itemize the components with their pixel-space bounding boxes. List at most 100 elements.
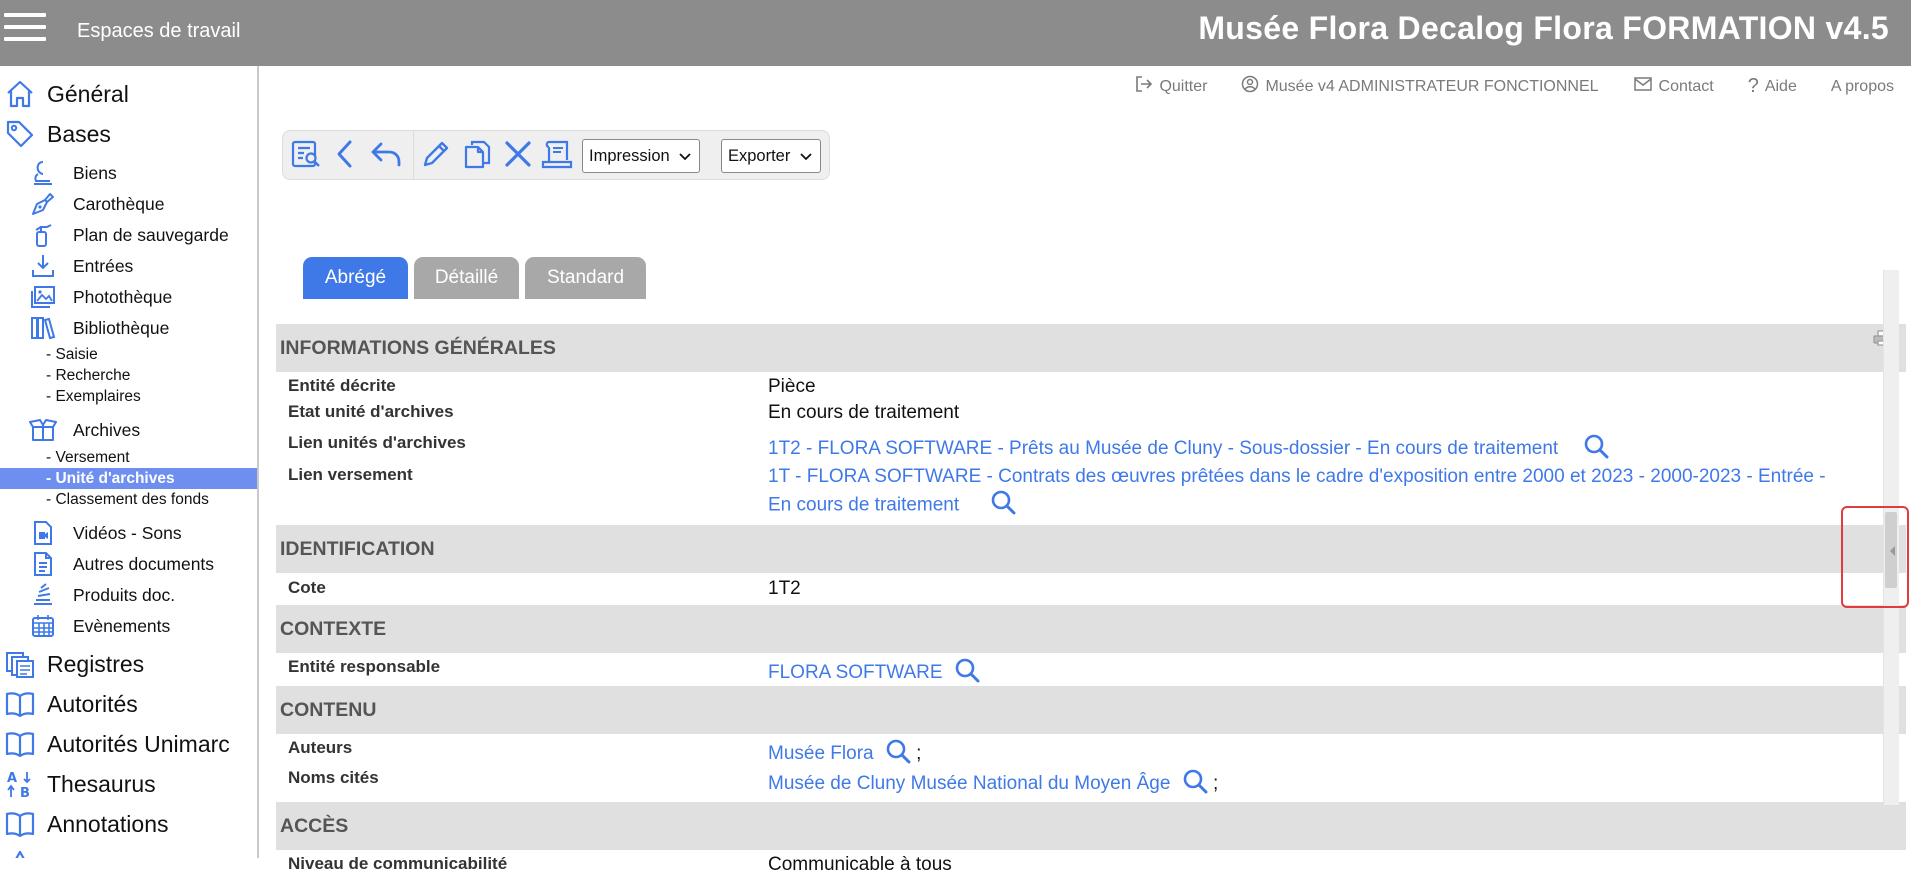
sidebar-item-bibliotheque[interactable]: Bibliothèque — [0, 313, 257, 343]
lien-versement-link[interactable]: 1T - FLORA SOFTWARE - Contrats des œuvre… — [768, 466, 1826, 487]
sidebar-label: Archives — [73, 419, 141, 440]
field-row: Lien versement 1T - FLORA SOFTWARE - Con… — [276, 465, 1906, 525]
bust-icon — [28, 158, 58, 188]
sidebar-sub-unite-archives[interactable]: - Unité d'archives — [0, 468, 257, 489]
sidebar-item-phototheque[interactable]: Photothèque — [0, 282, 257, 312]
separator: ; — [916, 743, 922, 765]
hamburger-icon[interactable] — [4, 13, 46, 45]
svg-text:B: B — [20, 786, 30, 799]
field-value: Communicable à tous — [768, 854, 952, 875]
contact-link[interactable]: Contact — [1633, 75, 1714, 98]
pen-nib-icon — [28, 189, 58, 219]
search-icon[interactable] — [885, 738, 911, 770]
record-content: INFORMATIONS GÉNÉRALES Entité décrite Pi… — [276, 324, 1906, 882]
sidebar-sub-recherche[interactable]: - Recherche — [0, 365, 257, 386]
sidebar-label: Registres — [47, 650, 145, 677]
sidebar-item-evenements[interactable]: Evènements — [0, 611, 257, 641]
svg-text:A: A — [7, 771, 17, 786]
home-icon — [3, 77, 37, 111]
sidebar-label: Vidéos - Sons — [73, 522, 182, 543]
certificate-icon — [541, 138, 573, 175]
search-icon[interactable] — [990, 489, 1016, 522]
previous-button[interactable] — [327, 138, 363, 174]
sidebar-item-bases[interactable]: Bases — [0, 114, 257, 154]
sidebar-label: Bibliothèque — [73, 317, 170, 338]
sidebar-item-annotations[interactable]: Annotations — [0, 804, 257, 844]
search-icon[interactable] — [1182, 768, 1208, 800]
sidebar-label: Autres documents — [73, 553, 215, 574]
field-row: Entité responsable FLORA SOFTWARE — [276, 653, 1906, 686]
tag-icon — [3, 117, 37, 151]
export-select[interactable]: Exporter — [721, 139, 821, 173]
registers-icon — [3, 647, 37, 681]
field-row: Niveau de communicabilité Communicable à… — [276, 850, 1906, 882]
sidebar-sub-saisie[interactable]: - Saisie — [0, 344, 257, 365]
user-link[interactable]: Musée v4 ADMINISTRATEUR FONCTIONNEL — [1241, 75, 1599, 98]
lien-unite-archives-link[interactable]: 1T2 - FLORA SOFTWARE - Prêts au Musée de… — [768, 438, 1558, 459]
logout-icon — [1135, 75, 1153, 98]
open-book-icon — [3, 687, 37, 721]
field-label: Etat unité d'archives — [288, 402, 454, 421]
tab-abrege[interactable]: Abrégé — [303, 257, 408, 299]
fire-extinguisher-icon — [28, 220, 58, 250]
duplicate-button[interactable] — [459, 138, 495, 174]
list-search-button[interactable] — [288, 138, 324, 174]
field-label: Auteurs — [288, 738, 353, 757]
sidebar-item-autorites-unimarc[interactable]: Autorités Unimarc — [0, 724, 257, 764]
sidebar-item-produits-doc[interactable]: Produits doc. — [0, 580, 257, 610]
section-informations-generales: INFORMATIONS GÉNÉRALES — [276, 324, 1906, 372]
print-select[interactable]: Impression — [582, 139, 700, 173]
chevron-down-icon — [800, 147, 812, 166]
stack-icon — [28, 580, 58, 610]
sidebar-sub-versement[interactable]: - Versement — [0, 447, 257, 468]
sidebar-label: Evènements — [73, 615, 171, 636]
search-icon[interactable] — [954, 657, 980, 689]
field-value: 1T2 — [768, 578, 801, 599]
tab-standard[interactable]: Standard — [525, 257, 646, 299]
warning-icon — [3, 847, 37, 858]
sidebar-label: Carothèque — [73, 193, 165, 214]
chevron-down-icon — [679, 147, 691, 166]
sidebar-item-carotheque[interactable]: Carothèque — [0, 189, 257, 219]
books-icon — [28, 313, 58, 343]
sidebar-item-autorites[interactable]: Autorités — [0, 684, 257, 724]
sidebar-item-entrees[interactable]: Entrées — [0, 251, 257, 281]
sidebar-item-plan-sauvegarde[interactable]: Plan de sauvegarde — [0, 220, 257, 250]
video-file-icon — [28, 518, 58, 548]
sidebar-item-autres-documents[interactable]: Autres documents — [0, 549, 257, 579]
utility-bar: Quitter Musée v4 ADMINISTRATEUR FONCTION… — [1135, 75, 1894, 98]
edit-button[interactable] — [418, 138, 454, 174]
field-value: En cours de traitement — [768, 402, 960, 423]
sidebar-item-partial[interactable] — [0, 844, 257, 858]
sidebar-item-archives[interactable]: Archives — [0, 415, 257, 445]
certificate-button[interactable] — [539, 138, 575, 174]
sidebar-item-registres[interactable]: Registres — [0, 644, 257, 684]
back-button[interactable] — [368, 138, 404, 174]
search-icon[interactable] — [1583, 433, 1609, 465]
quit-link[interactable]: Quitter — [1135, 75, 1207, 98]
sidebar-label: Entrées — [73, 255, 134, 276]
sidebar-item-biens[interactable]: Biens — [0, 158, 257, 188]
sidebar-label: Général — [47, 80, 129, 107]
sidebar-label: Autorités Unimarc — [47, 730, 230, 757]
open-book-icon — [3, 807, 37, 841]
sidebar-sub-classement[interactable]: - Classement des fonds — [0, 489, 257, 510]
section-acces: ACCÈS — [276, 802, 1906, 850]
image-icon — [28, 282, 58, 312]
workspaces-link[interactable]: Espaces de travail — [77, 20, 240, 43]
field-label: Entité responsable — [288, 657, 441, 676]
sidebar-item-thesaurus[interactable]: AB Thesaurus — [0, 764, 257, 804]
auteur-link[interactable]: Musée Flora — [768, 743, 874, 764]
list-search-icon — [290, 138, 322, 175]
entite-responsable-link[interactable]: FLORA SOFTWARE — [768, 662, 943, 683]
help-link[interactable]: ? Aide — [1748, 75, 1797, 98]
sidebar-sub-exemplaires[interactable]: - Exemplaires — [0, 386, 257, 407]
delete-button[interactable] — [500, 138, 536, 174]
tab-detaille[interactable]: Détaillé — [414, 257, 519, 299]
sidebar-item-videos-sons[interactable]: Vidéos - Sons — [0, 518, 257, 548]
about-link[interactable]: A propos — [1831, 78, 1894, 96]
nom-cite-link[interactable]: Musée de Cluny Musée National du Moyen Â… — [768, 773, 1170, 794]
sidebar-item-general[interactable]: Général — [0, 74, 257, 114]
field-row: Lien unités d'archives 1T2 - FLORA SOFTW… — [276, 433, 1906, 465]
lien-versement-link-cont[interactable]: En cours de traitement — [768, 495, 959, 516]
